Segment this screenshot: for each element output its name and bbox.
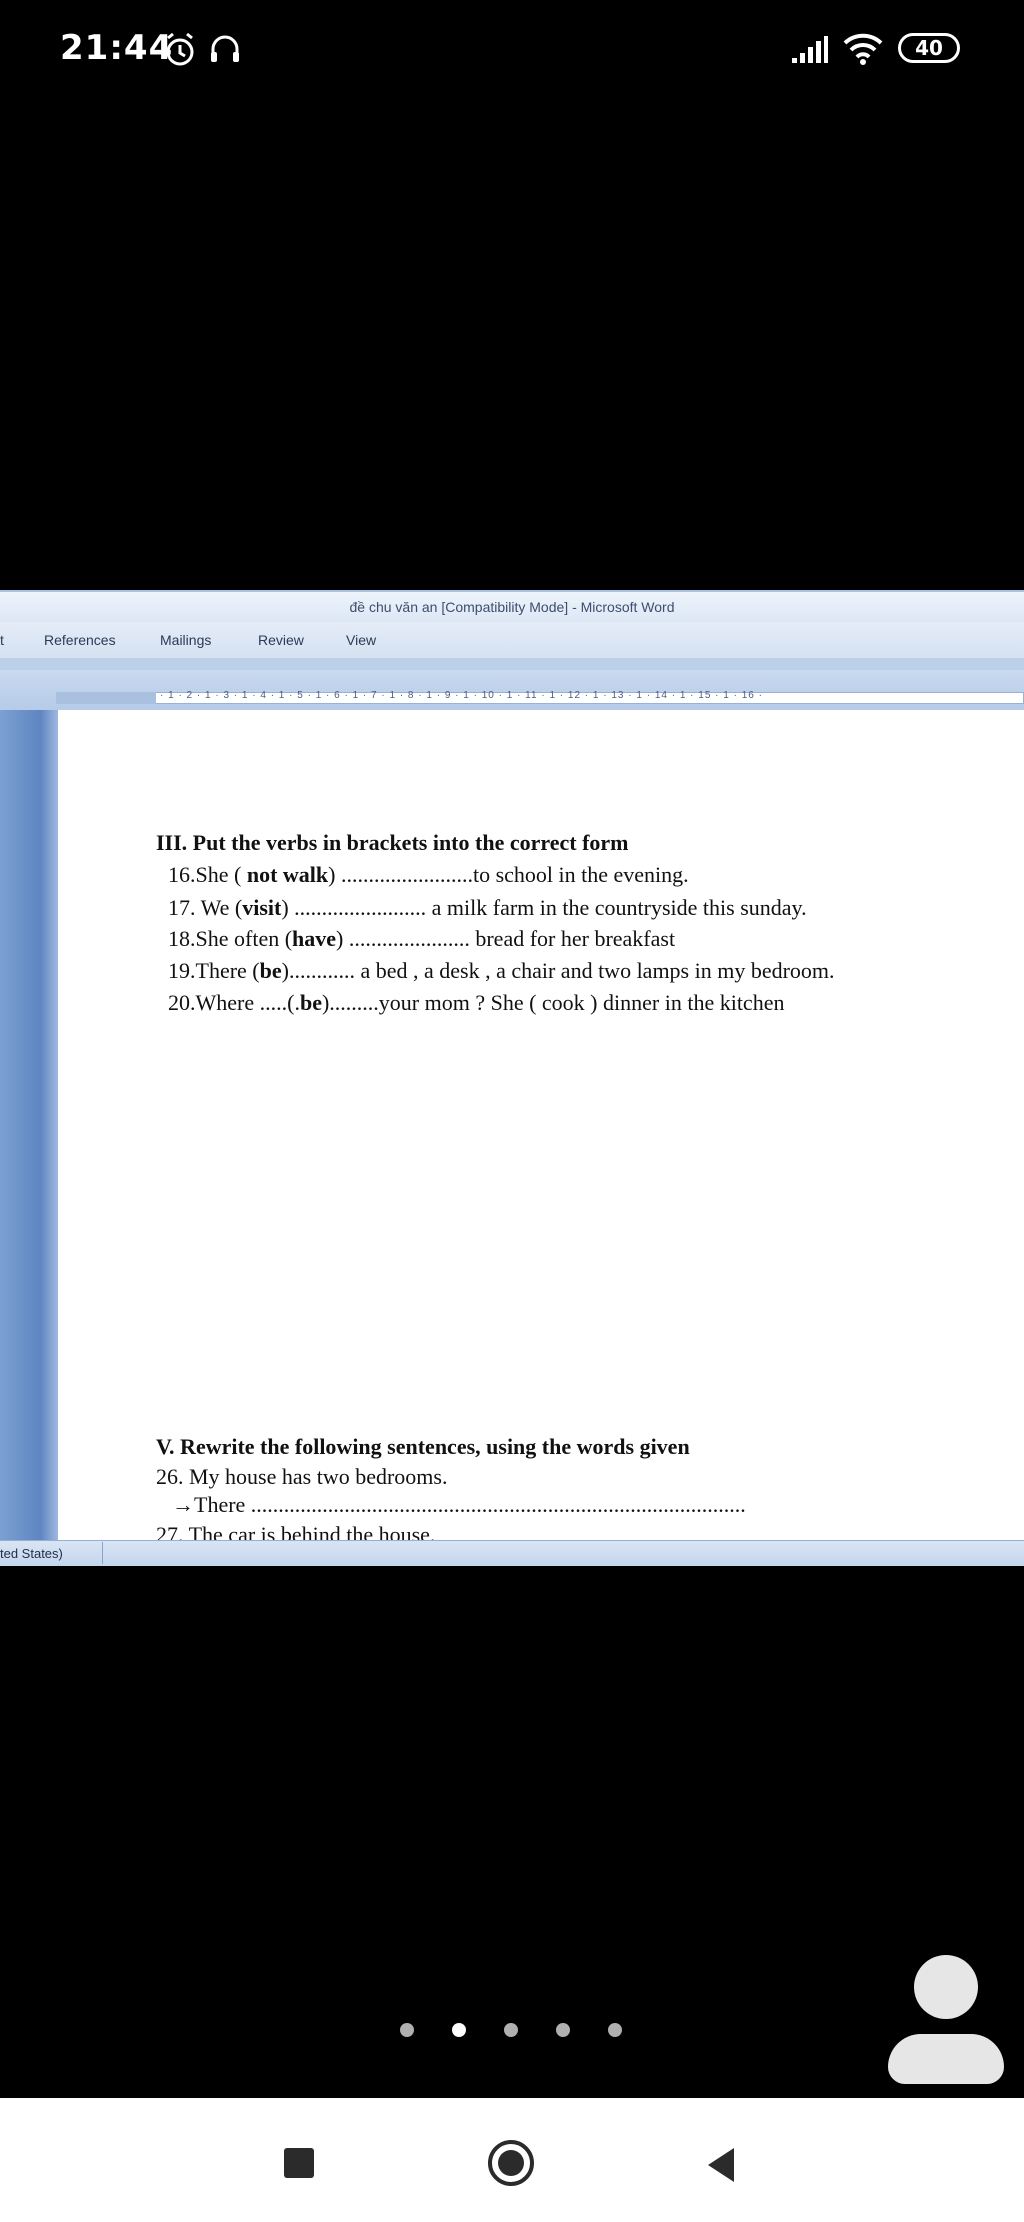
q20-verb: be — [299, 990, 322, 1015]
page-dot-active[interactable] — [452, 2023, 466, 2037]
question-16: 16.She ( not walk) .....................… — [168, 862, 689, 888]
clock: 21:44 — [60, 28, 174, 68]
question-17: 17. We (visit) ........................ … — [168, 895, 807, 921]
tab-view[interactable]: View — [346, 632, 376, 648]
section-heading-rewrite: V. Rewrite the following sentences, usin… — [156, 1434, 690, 1459]
headphones-icon — [211, 35, 239, 62]
window-bottom-edge — [0, 1566, 1024, 1580]
recent-apps-icon[interactable] — [284, 2148, 314, 2178]
left-gutter — [0, 710, 58, 1540]
tab-references[interactable]: References — [44, 632, 116, 648]
ruler-margin — [56, 692, 156, 704]
word-status-bar — [0, 1540, 1024, 1567]
page-dot[interactable] — [504, 2023, 518, 2037]
wifi-icon — [843, 33, 883, 65]
page-dot[interactable] — [400, 2023, 414, 2037]
avatar-body — [888, 2034, 1004, 2084]
battery-icon: 40 — [898, 33, 960, 63]
question-26-answer-line: →There .................................… — [172, 1492, 746, 1517]
ruler-numbers: · 1 · 2 · 1 · 3 · 1 · 4 · 1 · 5 · 1 · 6 … — [160, 690, 763, 701]
signal-icon — [792, 36, 828, 63]
q16-suffix: ) ........................to school in t… — [328, 862, 689, 887]
q18-verb: have — [292, 926, 337, 951]
alarm-icon — [166, 32, 194, 66]
question-26: 26. My house has two bedrooms. — [156, 1464, 448, 1489]
page-dot[interactable] — [608, 2023, 622, 2037]
window-title: đề chu văn an [Compatibility Mode] - Mic… — [349, 599, 675, 615]
question-20: 20.Where .....(.be).........your mom ? S… — [168, 990, 784, 1016]
q19-prefix: 19.There ( — [168, 958, 260, 983]
ribbon-tabs: t References Mailings Review View — [0, 622, 1024, 659]
back-icon[interactable] — [704, 2146, 738, 2184]
status-bar: 21:44 40 — [0, 0, 1024, 100]
tab-partial[interactable]: t — [0, 632, 4, 648]
status-divider — [102, 1542, 103, 1564]
title-bar: đề chu văn an [Compatibility Mode] - Mic… — [0, 590, 1024, 624]
q17-prefix: 17. We ( — [168, 895, 243, 920]
page-dot[interactable] — [556, 2023, 570, 2037]
question-18: 18.She often (have) ....................… — [168, 926, 675, 952]
q18-prefix: 18.She often ( — [168, 926, 293, 951]
home-icon-inner — [498, 2150, 524, 2176]
q20-prefix: 20.Where .....(. — [168, 990, 300, 1015]
q20-suffix: ).........your mom ? She ( cook ) dinner… — [321, 990, 785, 1015]
q18-suffix: ) ...................... bread for her b… — [336, 926, 676, 951]
q17-verb: visit — [242, 895, 282, 920]
q16-verb: not walk — [246, 862, 329, 887]
section-heading-verbs: III. Put the verbs in brackets into the … — [156, 830, 629, 855]
question-19: 19.There (be)............ a bed , a desk… — [168, 958, 835, 984]
language-status[interactable]: ted States) — [0, 1546, 63, 1561]
word-screenshot: đề chu văn an [Compatibility Mode] - Mic… — [0, 590, 1024, 1580]
q16-prefix: 16.She ( — [168, 862, 247, 887]
q19-verb: be — [259, 958, 282, 983]
q17-suffix: ) ........................ a milk farm i… — [281, 895, 807, 920]
tab-mailings[interactable]: Mailings — [160, 632, 211, 648]
q19-suffix: )............ a bed , a desk , a chair a… — [281, 958, 835, 983]
avatar-head — [914, 1955, 978, 2019]
tab-review[interactable]: Review — [258, 632, 304, 648]
